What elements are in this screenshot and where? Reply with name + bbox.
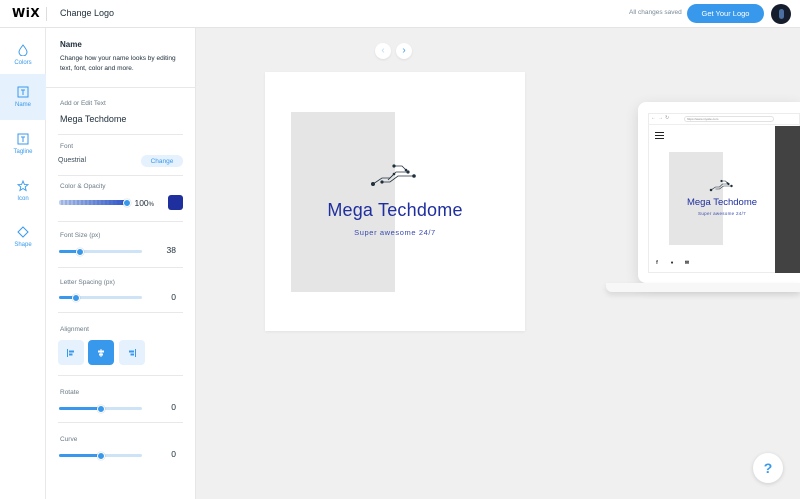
font-size-slider[interactable] (59, 247, 142, 256)
rail-item-colors[interactable]: Colors (0, 32, 46, 78)
rotate-label: Rotate (60, 389, 80, 396)
wix-logo[interactable]: WiX (12, 6, 40, 20)
text-box-icon (17, 86, 29, 98)
logo-preview-card[interactable]: Mega Techdome Super awesome 24/7 (265, 72, 525, 331)
font-size-label: Font Size (px) (60, 232, 101, 239)
divider (46, 87, 196, 88)
hamburger-menu-icon (655, 132, 664, 141)
facebook-icon: f (656, 260, 658, 266)
divider (58, 312, 183, 313)
mockup-browser-bar: ←→↻ https://www.mysite.com (648, 113, 800, 125)
rotate-slider[interactable] (59, 404, 142, 413)
divider (58, 175, 183, 176)
mockup-dark-panel (775, 126, 800, 273)
rail-label: Colors (14, 60, 32, 66)
get-your-logo-button[interactable]: Get Your Logo (687, 4, 764, 23)
mockup-circuit-icon (709, 179, 733, 192)
color-opacity-label: Color & Opacity (60, 183, 106, 190)
rail-label: Name (14, 102, 31, 108)
text-field-label: Add or Edit Text (60, 100, 106, 107)
curve-value: 0 (171, 449, 176, 459)
twitter-icon: ♦ (670, 260, 674, 266)
drop-icon (18, 44, 28, 56)
align-center-button[interactable] (88, 340, 114, 365)
logo-name-text[interactable]: Mega Techdome (265, 200, 525, 221)
mockup-logo-tagline: Super awesome 24/7 (698, 211, 746, 216)
panel-title: Name (60, 40, 82, 49)
chevron-right-icon: › (402, 45, 406, 56)
email-icon: ✉ (684, 260, 690, 266)
tool-rail: Colors Name Tagline Icon Shape (0, 28, 46, 499)
rail-label: Icon (17, 196, 29, 202)
previous-arrow-button[interactable]: ‹ (375, 43, 391, 59)
rail-label: Shape (14, 242, 32, 248)
font-value: Questrial (58, 157, 87, 164)
letter-spacing-label: Letter Spacing (px) (60, 279, 115, 286)
font-size-value: 38 (166, 245, 176, 255)
curve-label: Curve (60, 436, 78, 443)
mockup-logo-name: Mega Techdome (686, 197, 758, 208)
diamond-icon (17, 226, 29, 238)
letter-spacing-value: 0 (171, 292, 176, 302)
slider-handle[interactable] (75, 247, 84, 256)
align-right-icon (129, 348, 136, 357)
opacity-value: 100% (134, 198, 154, 208)
divider (58, 221, 183, 222)
text-box-icon (17, 133, 29, 145)
top-bar: WiX Change Logo All changes saved Get Yo… (0, 0, 800, 28)
color-swatch[interactable] (168, 195, 183, 210)
divider (58, 375, 183, 376)
name-text-input[interactable]: Mega Techdome (60, 114, 126, 124)
align-right-button[interactable] (119, 340, 145, 365)
rail-label: Tagline (13, 149, 33, 155)
save-status: All changes saved (629, 9, 682, 16)
avatar[interactable] (771, 4, 791, 24)
rail-item-icon[interactable]: Icon (0, 168, 46, 214)
name-settings-panel: Name Change how your name looks by editi… (46, 28, 196, 499)
panel-description: Change how your name looks by editing te… (60, 55, 176, 72)
help-button[interactable]: ? (753, 453, 783, 483)
logo-tagline-text[interactable]: Super awesome 24/7 (265, 228, 525, 237)
chevron-left-icon: ‹ (381, 45, 385, 56)
slider-handle[interactable] (96, 404, 105, 413)
divider (58, 134, 183, 135)
slider-fill (59, 454, 101, 457)
slider-fill (59, 407, 101, 410)
change-font-button[interactable]: Change (141, 155, 183, 167)
rail-item-shape[interactable]: Shape (0, 214, 46, 260)
curve-slider[interactable] (59, 451, 142, 460)
divider (46, 7, 47, 21)
star-icon (17, 180, 29, 192)
laptop-base (606, 283, 800, 292)
next-arrow-button[interactable]: › (396, 43, 412, 59)
slider-handle[interactable] (71, 293, 80, 302)
rail-item-name[interactable]: Name (0, 74, 46, 120)
align-left-button[interactable] (58, 340, 84, 365)
mockup-url: https://www.mysite.com (684, 116, 774, 122)
align-center-icon (98, 348, 104, 357)
divider (58, 422, 183, 423)
alignment-label: Alignment (60, 326, 89, 333)
circuit-logo-icon[interactable] (370, 160, 420, 188)
align-left-icon (67, 348, 74, 357)
letter-spacing-slider[interactable] (59, 293, 142, 302)
rail-item-tagline[interactable]: Tagline (0, 121, 46, 167)
rotate-value: 0 (171, 402, 176, 412)
divider (58, 267, 183, 268)
page-title: Change Logo (60, 8, 115, 18)
font-label: Font (60, 143, 74, 150)
slider-handle[interactable] (96, 451, 105, 460)
browser-controls-icon: ←→↻ (651, 115, 672, 121)
